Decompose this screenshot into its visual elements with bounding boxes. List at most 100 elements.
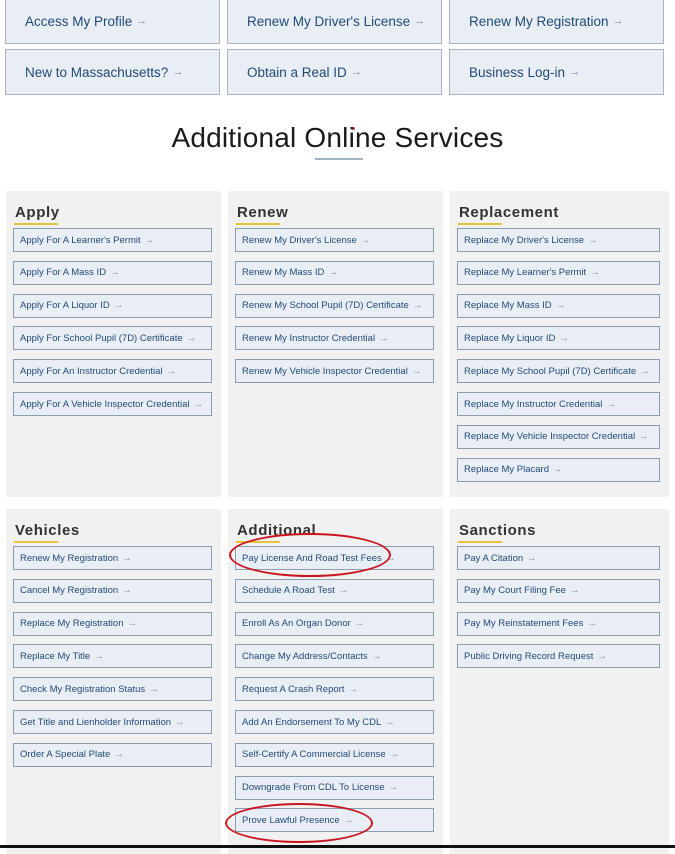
service-link[interactable]: Apply For An Instructor Credential → [13,359,212,384]
service-link[interactable]: Replace My Liquor ID → [457,326,660,351]
heading-accent-bar [458,541,502,543]
arrow-right-icon: → [136,15,148,27]
service-link-label: Public Driving Record Request [464,650,594,662]
quick-link-access-my-profile[interactable]: Access My Profile → [5,0,220,44]
service-link-label: Apply For A Learner's Permit [20,234,141,246]
service-link[interactable]: Replace My Learner's Permit → [457,260,660,285]
arrow-right-icon: → [113,300,124,312]
arrow-right-icon: → [371,650,382,662]
service-link[interactable]: Replace My Registration → [13,611,212,636]
service-link-label: Pay A Citation [464,552,524,564]
panel-vehicles: Vehicles Renew My Registration → Cancel My … [6,509,221,854]
arrow-right-icon: → [587,618,597,630]
service-link[interactable]: Replace My Instructor Credential → [457,392,660,416]
service-link[interactable]: Apply For School Pupil (7D) Certificate → [13,326,212,351]
service-link-label: Apply For An Instructor Credential [20,365,163,377]
service-link[interactable]: Renew My Registration → [13,546,212,570]
section-title: Additional Online Services [171,122,504,153]
service-link[interactable]: Replace My Driver's License → [457,228,660,252]
panel-sanctions: Sanctions Pay A Citation → Pay My Court Fil… [450,509,669,854]
service-link[interactable]: Renew My Mass ID → [235,260,434,285]
service-link[interactable]: Prove Lawful Presence → [235,808,434,833]
arrow-right-icon: → [360,234,371,246]
arrow-right-icon: → [186,332,197,344]
service-link[interactable]: Self-Certify A Commercial License → [235,742,434,767]
service-link[interactable]: Renew My School Pupil (7D) Certificate → [235,293,434,318]
service-link-label: Prove Lawful Presence [242,814,340,826]
service-link[interactable]: Pay My Reinstatement Fees → [457,611,660,636]
service-link[interactable]: Replace My Mass ID → [457,293,660,318]
service-link-label: Apply For School Pupil (7D) Certificate [20,332,183,344]
service-link[interactable]: Get Title and Lienholder Information → [13,710,212,734]
arrow-right-icon: → [414,15,426,27]
service-link-label: Cancel My Registration [20,585,119,597]
panel-heading: Replacement [459,204,559,221]
panel-replacement: Replacement Replace My Driver's License → R… [450,191,669,497]
quick-link-label: Business Log-in [469,64,566,80]
arrow-right-icon: → [338,585,349,597]
arrow-right-icon: → [175,716,185,728]
service-link-label: Replace My Vehicle Inspector Credential [464,431,636,443]
service-link-label: Change My Address/Contacts [242,650,368,662]
arrow-right-icon: → [172,66,184,78]
service-link[interactable]: Replace My Placard → [457,457,660,482]
arrow-right-icon: → [379,332,389,344]
service-link[interactable]: Add An Endorsement To My CDL → [235,710,434,734]
quick-link-new-to-massachusetts[interactable]: New to Massachusetts? → [5,49,220,95]
quick-link-obtain-a-real-id[interactable]: Obtain a Real ID → [227,49,442,95]
quick-link-renew-my-driver-s-license[interactable]: Renew My Driver's License → [227,0,442,44]
quick-link-business-log-in[interactable]: Business Log-in → [449,49,664,95]
arrow-right-icon: → [555,300,566,312]
arrow-right-icon: → [411,365,422,377]
service-link[interactable]: Replace My School Pupil (7D) Certificate… [457,359,660,384]
service-link-label: Replace My Mass ID [464,300,552,312]
service-link[interactable]: Apply For A Learner's Permit → [13,228,212,252]
service-link[interactable]: Renew My Vehicle Inspector Credential → [235,359,434,384]
service-link-label: Downgrade From CDL To License [242,782,385,794]
quick-link-label: Access My Profile [25,13,133,29]
service-link[interactable]: Apply For A Mass ID → [13,260,212,285]
service-link[interactable]: Replace My Title → [13,644,212,669]
service-link[interactable]: Pay License And Road Test Fees → [235,546,434,570]
service-link[interactable]: Apply For A Vehicle Inspector Credential… [13,392,212,416]
service-link[interactable]: Pay A Citation → [457,546,660,570]
service-link-label: Replace My Liquor ID [464,332,556,344]
title-underline [315,158,363,160]
service-link-label: Apply For A Mass ID [20,267,107,279]
arrow-right-icon: → [527,552,537,564]
service-link[interactable]: Apply For A Liquor ID → [13,293,212,318]
arrow-right-icon: → [590,267,600,279]
service-link[interactable]: Enroll As An Organ Donor → [235,611,434,636]
service-link[interactable]: Order A Special Plate → [13,742,212,767]
arrow-right-icon: → [569,66,581,78]
service-link-label: Check My Registration Status [20,683,146,695]
arrow-right-icon: → [350,66,362,78]
service-link[interactable]: Cancel My Registration → [13,578,212,603]
arrow-right-icon: → [389,749,400,761]
quick-link-renew-my-registration[interactable]: Renew My Registration → [449,0,664,44]
service-link[interactable]: Check My Registration Status → [13,677,212,702]
panel-renew: Renew Renew My Driver's License → Renew My … [228,191,443,497]
arrow-right-icon: → [588,234,598,246]
service-link-label: Pay License And Road Test Fees [242,552,382,564]
service-link[interactable]: Public Driving Record Request → [457,644,660,669]
service-link[interactable]: Replace My Vehicle Inspector Credential → [457,424,660,449]
arrow-right-icon: → [348,683,358,695]
service-link[interactable]: Downgrade From CDL To License → [235,775,434,800]
arrow-right-icon: → [639,431,649,443]
service-link[interactable]: Pay My Court Filing Fee → [457,578,660,603]
arrow-right-icon: → [385,552,396,564]
service-link-label: Renew My Mass ID [242,267,325,279]
service-link-label: Renew My Driver's License [242,234,357,246]
service-link[interactable]: Request A Crash Report → [235,677,434,702]
heading-accent-bar [14,541,58,543]
arrow-right-icon: → [412,300,423,312]
arrow-right-icon: → [559,332,569,344]
service-link[interactable]: Renew My Driver's License → [235,228,434,252]
service-link[interactable]: Schedule A Road Test → [235,578,434,603]
service-link-label: Pay My Reinstatement Fees [464,618,584,630]
service-link[interactable]: Renew My Instructor Credential → [235,326,434,351]
service-link[interactable]: Change My Address/Contacts → [235,644,434,669]
arrow-right-icon: → [122,552,132,564]
service-link-label: Order A Special Plate [20,749,111,761]
